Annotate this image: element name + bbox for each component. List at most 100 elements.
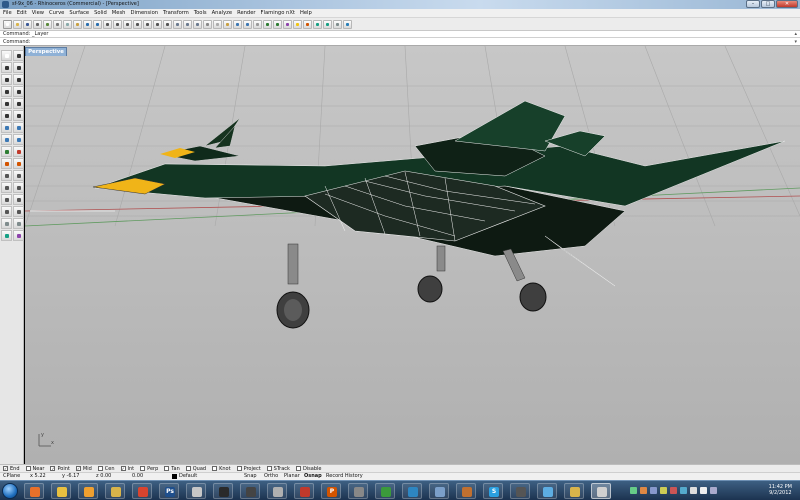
array-icon[interactable] [13,206,24,217]
select-arrow-icon[interactable] [1,50,12,61]
rhino-icon[interactable] [186,483,206,499]
polygon-icon[interactable] [13,98,24,109]
status-layer[interactable]: Default [179,473,197,480]
skype-icon[interactable]: S [483,483,503,499]
tray-icon-5[interactable] [670,487,677,494]
copy-object-icon[interactable] [13,182,24,193]
paint-icon[interactable] [456,483,476,499]
status-planar[interactable]: Planar [284,473,300,480]
checkbox-near[interactable] [25,466,31,471]
paste-icon[interactable] [73,19,82,29]
media-player-icon[interactable] [78,483,98,499]
checkbox-end[interactable]: ✓ [3,466,8,471]
checkbox-strack[interactable] [266,466,272,471]
status-osnap[interactable]: Osnap [304,473,322,480]
checkbox-disable[interactable] [295,466,301,471]
steam-icon[interactable] [213,483,233,499]
folder-icon[interactable] [564,483,584,499]
osnap-strack[interactable]: STrack [266,466,290,472]
start-button[interactable] [2,483,18,499]
status-cplane[interactable]: CPlane [3,473,20,480]
tray-icon-4[interactable] [660,487,667,494]
light-icon[interactable] [293,19,302,29]
rotate-view-icon[interactable] [113,19,122,29]
checkbox-tan[interactable] [164,466,170,471]
curve-icon[interactable] [13,62,24,73]
menu-view[interactable]: View [32,10,44,16]
camera-icon[interactable] [267,483,287,499]
minimize-button[interactable]: – [746,0,760,8]
mesh-icon[interactable] [1,146,12,157]
osnap-cen[interactable]: Cen [97,466,115,472]
shaded-icon[interactable] [263,19,272,29]
line-icon[interactable] [1,74,12,85]
osnap-project[interactable]: Project [236,466,261,472]
hide-icon[interactable] [213,19,222,29]
checkbox-project[interactable] [236,466,242,471]
menu-render[interactable]: Render [237,10,255,16]
cplane-icon[interactable] [193,19,202,29]
select-icon[interactable] [203,19,212,29]
perspective-viewport[interactable]: y x [25,46,800,464]
cut-icon[interactable] [53,19,62,29]
status-record-history[interactable]: Record History [326,473,363,480]
properties-icon[interactable] [243,19,252,29]
layer-icon[interactable] [233,19,242,29]
zoom-window-icon[interactable] [133,19,142,29]
settings-icon[interactable] [348,483,368,499]
osnap-tan[interactable]: Tan [164,466,180,472]
checkbox-int[interactable]: ✓ [120,466,126,471]
firefox-icon[interactable] [24,483,44,499]
copy-icon[interactable] [63,19,72,29]
app-icon[interactable] [429,483,449,499]
zoom-extents-icon[interactable] [143,19,152,29]
redo-icon[interactable] [93,19,102,29]
viewport-title-tab[interactable]: Perspective [25,47,67,56]
fillet-curve-icon[interactable] [1,110,12,121]
photoshop-icon[interactable]: Ps [159,483,179,499]
four-view-icon[interactable] [183,19,192,29]
maximize-button[interactable]: □ [761,0,775,8]
osnap-knot[interactable]: Knot [212,466,231,472]
split-icon[interactable] [13,170,24,181]
globe-icon[interactable] [402,483,422,499]
menu-edit[interactable]: Edit [17,10,27,16]
checkbox-knot[interactable] [212,466,218,471]
status-snap[interactable]: Snap [244,473,257,480]
offset-curve-icon[interactable] [13,110,24,121]
menu-analyze[interactable]: Analyze [212,10,232,16]
checkbox-quad[interactable] [185,466,191,471]
osnap-near[interactable]: Near [25,466,44,472]
move-icon[interactable] [1,182,12,193]
checkbox-perp[interactable] [140,466,146,471]
text-icon[interactable] [13,218,24,229]
render-icon[interactable] [283,19,292,29]
scale-icon[interactable] [13,194,24,205]
osnap-disable[interactable]: Disable [295,466,322,472]
menu-mesh[interactable]: Mesh [112,10,126,16]
checkbox-mid[interactable]: ✓ [75,466,81,471]
zoom-icon[interactable] [123,19,132,29]
zoom-selected-icon[interactable] [153,19,162,29]
zbrush-icon[interactable] [240,483,260,499]
tray-icon-6[interactable] [680,487,687,494]
dimension-icon[interactable] [1,218,12,229]
undo-icon[interactable] [83,19,92,29]
box-icon[interactable] [1,134,12,145]
menu-solid[interactable]: Solid [94,10,107,16]
tray-icon-3[interactable] [650,487,657,494]
extrude-icon[interactable] [13,122,24,133]
checkbox-cen[interactable] [97,466,103,471]
osnap-perp[interactable]: Perp [140,466,158,472]
print-icon[interactable] [33,19,42,29]
adobe-icon[interactable] [294,483,314,499]
rhino-active-icon[interactable] [591,483,611,499]
analyze-curvature-icon[interactable] [1,230,12,241]
close-button[interactable]: ✕ [776,0,798,8]
menu-flamingo[interactable]: Flamingo nXt [261,10,295,16]
circle-icon[interactable] [1,86,12,97]
arc-icon[interactable] [1,98,12,109]
pan-icon[interactable] [103,19,112,29]
chrome-icon[interactable] [375,483,395,499]
analyze-icon[interactable] [313,19,322,29]
